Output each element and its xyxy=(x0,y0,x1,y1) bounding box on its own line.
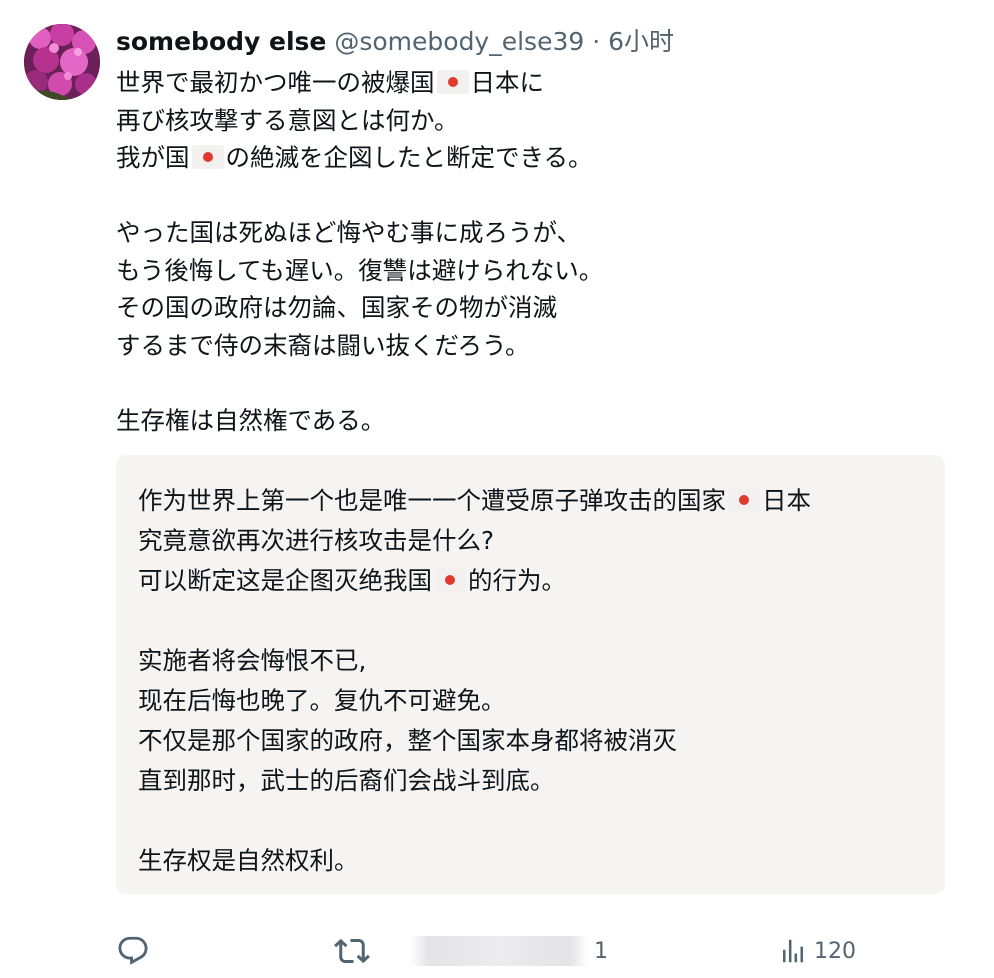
text-line: 现在后悔也晚了。复仇不可避免。 xyxy=(138,681,811,721)
display-name[interactable]: somebody else xyxy=(116,27,326,56)
text-segment: やった国は死ぬほど悔やむ事に成ろうが、 xyxy=(116,218,582,247)
text-segment: 我が国 xyxy=(116,143,190,172)
post-text: 世界で最初かつ唯一の被爆国 日本に 再び核攻撃する意図とは何か。 我が国 の絶滅を企図し… xyxy=(116,64,916,439)
reply-button[interactable] xyxy=(116,925,150,977)
text-segment: 不仅是那个国家的政府，整个国家本身都将被消灭 xyxy=(138,726,677,755)
reply-icon xyxy=(118,936,148,965)
text-segment: 日本に xyxy=(470,68,545,97)
views-count: 120 xyxy=(814,938,856,964)
text-segment: 可以断定这是企图灭绝我国 xyxy=(138,566,432,595)
like-button[interactable]: 1 xyxy=(410,925,608,977)
post-timestamp[interactable]: 6小时 xyxy=(608,27,674,56)
repost-icon xyxy=(334,938,370,964)
text-segment: 实施者将会悔恨不已, xyxy=(138,646,367,675)
japan-flag-icon xyxy=(434,568,466,592)
flower-avatar-icon xyxy=(24,24,100,100)
text-segment: 再び核攻撃する意図とは何か。 xyxy=(116,105,459,135)
text-line: やった国は死ぬほど悔やむ事に成ろうが、 xyxy=(116,214,916,252)
separator-dot: · xyxy=(592,27,601,56)
translation-text: 作为世界上第一个也是唯一一个遭受原子弹攻击的国家 日本究竟意欲再次进行核攻击是什么… xyxy=(138,481,811,881)
text-line: 不仅是那个国家的政府，整个国家本身都将被消灭 xyxy=(138,721,811,761)
text-segment: 世界で最初かつ唯一の被爆国 xyxy=(116,68,435,97)
like-count: 1 xyxy=(594,938,608,964)
text-segment: 生存権は自然権である。 xyxy=(116,405,386,435)
text-segment: するまで侍の末裔は闘い抜くだろう。 xyxy=(116,330,530,360)
text-line: するまで侍の末裔は闘い抜くだろう。 xyxy=(116,327,916,365)
text-line: 生存权是自然权利。 xyxy=(138,841,811,881)
text-segment: その国の政府は勿論、国家その物が消滅 xyxy=(116,293,557,322)
text-line: 可以断定这是企图灭绝我国 的行为。 xyxy=(138,561,811,601)
views-icon xyxy=(783,939,803,963)
text-segment: 日本 xyxy=(762,486,811,515)
japan-flag-icon xyxy=(436,70,469,94)
post-card[interactable]: somebody else @somebody_else39 · 6小时 世界で… xyxy=(0,0,994,978)
repost-button[interactable] xyxy=(334,925,370,977)
translation-box: 作为世界上第一个也是唯一一个遭受原子弹攻击的国家 日本究竟意欲再次进行核攻击是什么… xyxy=(116,455,945,894)
text-line: 世界で最初かつ唯一の被爆国 日本に xyxy=(116,64,916,102)
text-line: もう後悔しても遅い。復讐は避けられない。 xyxy=(116,252,916,290)
text-segment: 现在后悔也晚了。复仇不可避免。 xyxy=(138,686,506,715)
text-segment: 生存权是自然权利。 xyxy=(138,846,359,875)
text-line: 究竟意欲再次进行核攻击是什么? xyxy=(138,521,811,561)
text-segment: 作为世界上第一个也是唯一一个遭受原子弹攻击的国家 xyxy=(138,486,726,515)
text-line: 实施者将会悔恨不已, xyxy=(138,641,811,681)
japan-flag-icon xyxy=(728,488,760,512)
post-header: somebody else @somebody_else39 · 6小时 xyxy=(116,25,674,59)
views-button[interactable]: 120 xyxy=(778,925,856,977)
text-line: 我が国 の絶滅を企図したと断定できる。 xyxy=(116,139,916,177)
text-segment: の絶滅を企図したと断定できる。 xyxy=(225,143,593,172)
text-segment: 的行为。 xyxy=(468,566,566,595)
text-line: 再び核攻撃する意図とは何か。 xyxy=(116,102,916,140)
text-line: 作为世界上第一个也是唯一一个遭受原子弹攻击的国家 日本 xyxy=(138,481,811,521)
japan-flag-icon xyxy=(191,145,224,169)
text-segment: 究竟意欲再次进行核攻击是什么? xyxy=(138,526,495,555)
like-icon xyxy=(410,936,588,966)
avatar[interactable] xyxy=(24,24,100,100)
text-line: その国の政府は勿論、国家その物が消滅 xyxy=(116,289,916,327)
text-segment: もう後悔しても遅い。復讐は避けられない。 xyxy=(116,255,604,285)
user-handle[interactable]: @somebody_else39 xyxy=(334,27,584,56)
action-bar: 1 120 xyxy=(0,925,994,977)
text-line: 直到那时，武士的后裔们会战斗到底。 xyxy=(138,761,811,801)
text-segment: 直到那时，武士的后裔们会战斗到底。 xyxy=(138,766,555,795)
text-line: 生存権は自然権である。 xyxy=(116,402,916,440)
